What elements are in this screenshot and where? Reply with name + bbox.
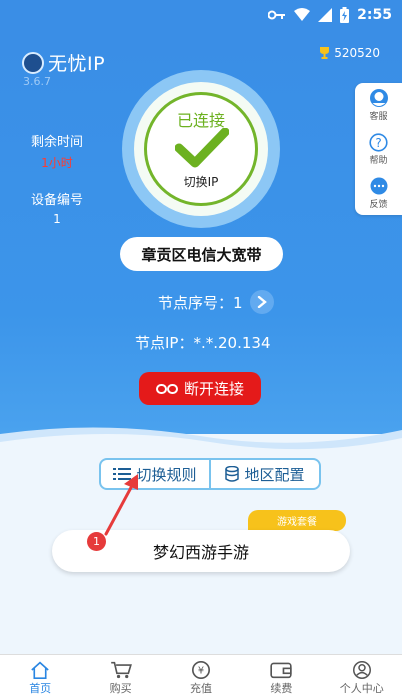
svg-text:¥: ¥ [198, 666, 204, 677]
disconnect-button[interactable]: 断开连接 [139, 372, 261, 405]
device-number-value: 1 [53, 212, 61, 226]
remaining-time-value: 1小时 [41, 156, 73, 170]
feedback-label: 反馈 [369, 199, 388, 210]
status-bar: 2:55 [0, 0, 402, 34]
wifi-icon [294, 8, 311, 21]
logo-mark-icon [22, 51, 44, 74]
help-label: 帮助 [369, 155, 388, 166]
cart-icon [110, 661, 132, 679]
remaining-time-block: 剩余时间 1小时 [22, 131, 92, 171]
circle-ring: 已连接 切换IP [134, 82, 268, 216]
help-icon: ? [369, 132, 388, 152]
nav-home-label: 首页 [29, 682, 52, 695]
game-plan-tag: 游戏套餐 [248, 510, 346, 531]
feedback-button[interactable]: 反馈 [355, 171, 402, 215]
node-ip: 节点IP：*.*.20.134 [135, 334, 271, 352]
nav-recharge-label: 充值 [189, 682, 212, 695]
nav-recharge[interactable]: ¥ 充值 [166, 655, 236, 695]
app-name: 无忧IP [48, 53, 106, 75]
side-panel: 客服 ? 帮助 反馈 [355, 83, 402, 215]
disconnect-label: 断开连接 [183, 380, 244, 398]
app-logo: 无忧IP [22, 49, 105, 76]
check-icon [175, 128, 229, 168]
game-name: 梦幻西游手游 [152, 543, 249, 562]
customer-service-label: 客服 [369, 112, 388, 122]
nav-home[interactable]: 首页 [5, 655, 75, 695]
unlink-icon [155, 383, 178, 394]
region-config-label: 地区配置 [244, 465, 305, 484]
circle-core: 已连接 切换IP [144, 92, 258, 206]
region-config-button[interactable]: 地区配置 [209, 460, 319, 488]
annotation-arrow [104, 474, 138, 536]
chevron-right-icon [257, 296, 267, 308]
customer-service-icon [369, 89, 388, 107]
location-pill[interactable]: 章贡区电信大宽带 [120, 237, 283, 271]
connection-status-circle[interactable]: 已连接 切换IP [122, 70, 280, 228]
yuan-icon: ¥ [191, 661, 210, 679]
remaining-time-label: 剩余时间 [30, 135, 83, 150]
help-button[interactable]: ? 帮助 [355, 127, 402, 171]
status-time: 2:55 [357, 7, 392, 23]
points-value: 520520 [334, 46, 380, 60]
next-node-button[interactable] [249, 290, 274, 314]
battery-icon [340, 7, 350, 23]
device-number-label: 设备编号 [30, 193, 83, 208]
app-version: 3.6.7 [23, 75, 51, 88]
signal-icon [318, 8, 333, 22]
svg-text:?: ? [375, 136, 381, 150]
node-number: 节点序号：1 [158, 293, 243, 312]
nav-profile-label: 个人中心 [339, 682, 384, 695]
database-icon [225, 466, 240, 482]
status-icons: 2:55 [268, 7, 392, 23]
key-icon [268, 10, 286, 20]
wallet-icon [270, 662, 292, 679]
user-icon [352, 661, 371, 679]
wave-divider [0, 427, 402, 460]
points-display[interactable]: 520520 [319, 46, 380, 60]
nav-renew-label: 续费 [270, 682, 293, 695]
feedback-icon [370, 177, 387, 194]
nav-buy-label: 购买 [109, 682, 132, 695]
nav-buy[interactable]: 购买 [86, 655, 156, 695]
node-row: 节点序号：1 [158, 290, 274, 314]
nav-renew[interactable]: 续费 [246, 655, 316, 695]
switch-ip-label: 切换IP [183, 175, 219, 189]
bottom-navigation: 首页 购买 ¥ 充值 续费 个人中心 [0, 654, 402, 695]
device-number-block: 设备编号 1 [22, 189, 92, 226]
trophy-icon [320, 47, 330, 59]
nav-profile[interactable]: 个人中心 [327, 655, 397, 695]
customer-service-button[interactable]: 客服 [355, 83, 402, 127]
home-icon [31, 661, 49, 679]
